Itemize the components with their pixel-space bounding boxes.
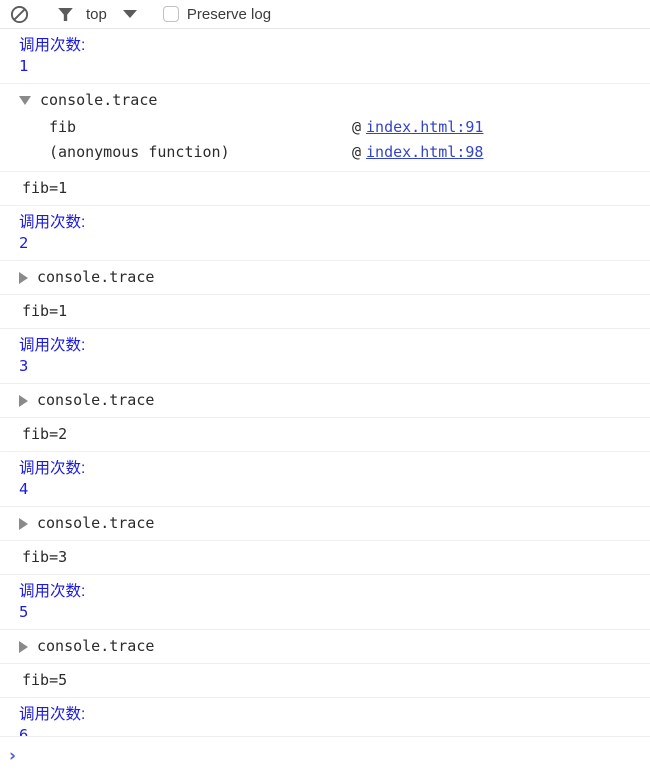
disclosure-triangle-collapsed-icon[interactable] [19, 640, 28, 653]
count-value: 6 [19, 726, 29, 736]
prompt-chevron-icon: › [9, 746, 17, 766]
console-count-message[interactable]: 调用次数: 6 [0, 698, 650, 736]
log-text: fib=5 [22, 671, 68, 689]
console-log-message[interactable]: fib=1 [0, 172, 650, 206]
execution-context-selector[interactable]: top [86, 3, 137, 25]
count-label: 调用次数: [19, 583, 86, 600]
trace-header[interactable]: console.trace [19, 390, 650, 411]
console-trace-message[interactable]: console.trace [0, 384, 650, 418]
trace-title: console.trace [37, 268, 155, 286]
preserve-log-toggle[interactable]: Preserve log [162, 3, 272, 25]
count-label: 调用次数: [19, 337, 86, 354]
stack-frame: fib @ index.html:91 [49, 115, 650, 140]
console-log-message[interactable]: fib=3 [0, 541, 650, 575]
disclosure-triangle-expanded-icon[interactable] [19, 96, 31, 105]
trace-title: console.trace [37, 637, 155, 655]
stack-frame-source-link[interactable]: index.html:91 [366, 115, 483, 140]
trace-header[interactable]: console.trace [19, 513, 650, 534]
count-label: 调用次数: [19, 37, 86, 54]
log-text: fib=3 [22, 548, 68, 566]
count-value: 1 [19, 57, 29, 75]
count-label: 调用次数: [19, 214, 86, 231]
filter-button[interactable] [52, 3, 78, 25]
stack-frame-function: fib [49, 118, 77, 136]
execution-context-label: top [86, 5, 107, 23]
count-label: 调用次数: [19, 460, 86, 477]
console-message-list[interactable]: 调用次数: 1 console.trace fib @ index.html:91 (an… [0, 28, 650, 736]
console-prompt-row[interactable]: › [0, 736, 650, 775]
log-text: fib=1 [22, 302, 68, 320]
console-trace-message[interactable]: console.trace [0, 630, 650, 664]
trace-title: console.trace [37, 391, 155, 409]
count-value: 2 [19, 234, 29, 252]
trace-header[interactable]: console.trace [19, 90, 650, 111]
log-text: fib=2 [22, 425, 68, 443]
disclosure-triangle-collapsed-icon[interactable] [19, 517, 28, 530]
trace-title: console.trace [37, 514, 155, 532]
console-log-message[interactable]: fib=2 [0, 418, 650, 452]
count-value: 3 [19, 357, 29, 375]
preserve-log-label: Preserve log [186, 5, 272, 23]
trace-header[interactable]: console.trace [19, 636, 650, 657]
stack-frame: (anonymous function) @ index.html:98 [49, 140, 650, 165]
console-trace-message[interactable]: console.trace fib @ index.html:91 (anonymous… [0, 84, 650, 172]
count-value: 5 [19, 603, 29, 621]
log-text: fib=1 [22, 179, 68, 197]
chevron-down-icon [122, 10, 137, 18]
stack-frame-at-symbol: @ [352, 118, 362, 136]
console-count-message[interactable]: 调用次数: 5 [0, 575, 650, 630]
console-trace-message[interactable]: console.trace [0, 261, 650, 295]
count-label: 调用次数: [19, 706, 86, 723]
console-log-message[interactable]: fib=5 [0, 664, 650, 698]
stack-frame-list: fib @ index.html:91 (anonymous function) @ in… [19, 115, 650, 165]
trace-title: console.trace [40, 91, 158, 109]
console-count-message[interactable]: 调用次数: 4 [0, 452, 650, 507]
filter-funnel-icon [57, 7, 73, 21]
stack-frame-at-symbol: @ [352, 143, 362, 161]
console-count-message[interactable]: 调用次数: 3 [0, 329, 650, 384]
stack-frame-source-link[interactable]: index.html:98 [366, 140, 483, 165]
console-panel: top Preserve log 调用次数: 1 console.trace fib… [0, 0, 650, 775]
clear-console-button[interactable] [6, 3, 32, 25]
console-toolbar: top Preserve log [0, 0, 650, 28]
console-prompt-input[interactable] [16, 737, 650, 775]
clear-console-icon [10, 5, 28, 23]
console-count-message[interactable]: 调用次数: 1 [0, 29, 650, 84]
preserve-log-checkbox[interactable] [162, 6, 179, 22]
stack-frame-function: (anonymous function) [49, 143, 230, 161]
count-value: 4 [19, 480, 29, 498]
console-count-message[interactable]: 调用次数: 2 [0, 206, 650, 261]
disclosure-triangle-collapsed-icon[interactable] [19, 394, 28, 407]
console-trace-message[interactable]: console.trace [0, 507, 650, 541]
console-log-message[interactable]: fib=1 [0, 295, 650, 329]
disclosure-triangle-collapsed-icon[interactable] [19, 271, 28, 284]
trace-header[interactable]: console.trace [19, 267, 650, 288]
